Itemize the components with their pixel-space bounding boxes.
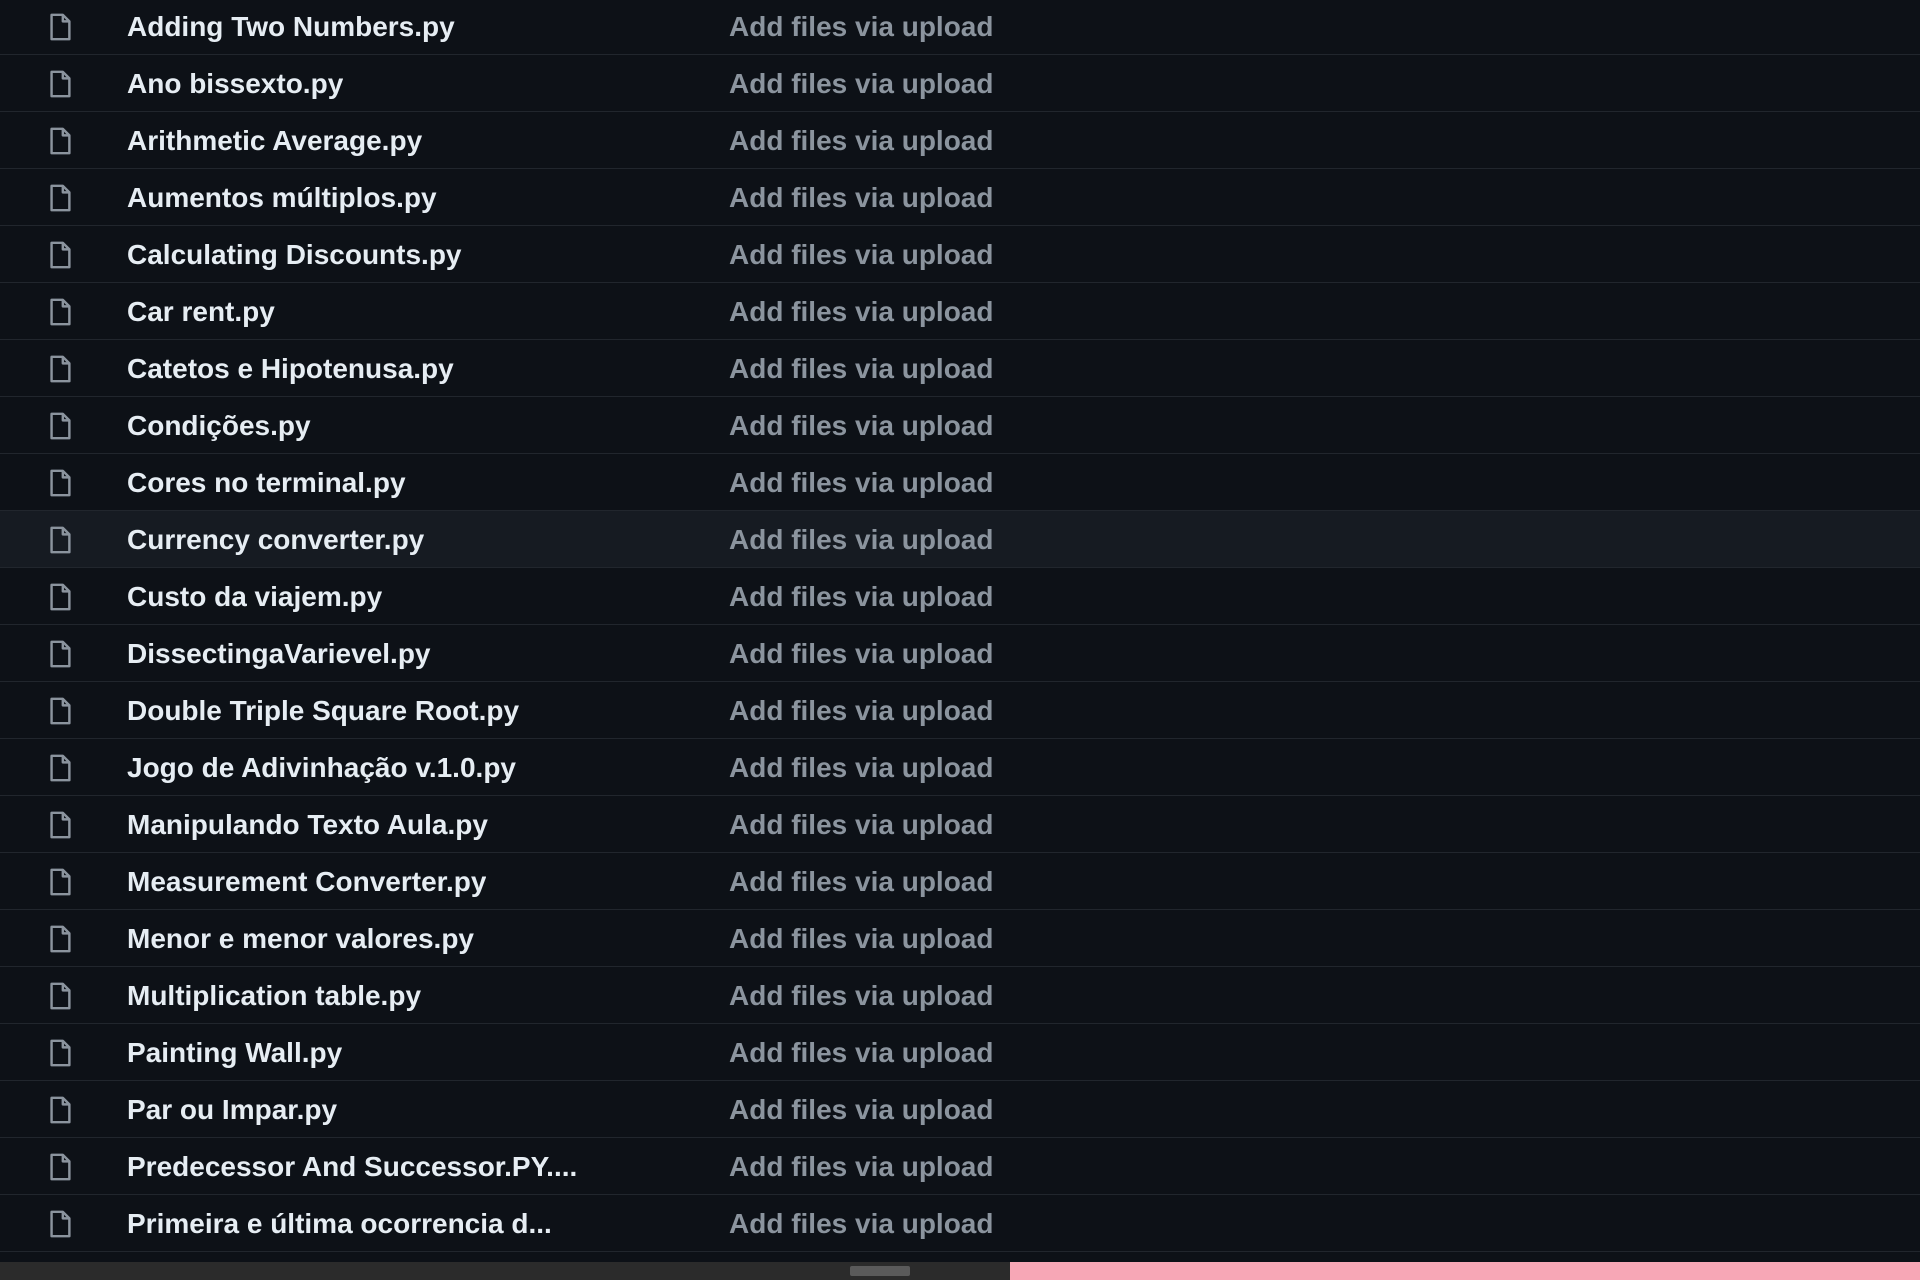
file-icon <box>45 183 75 213</box>
file-name-link[interactable]: DissectingaVarievel.py <box>127 638 431 670</box>
file-row[interactable]: Currency converter.py Add files via uploa… <box>0 511 1920 568</box>
commit-message-link[interactable]: Add files via upload <box>729 866 993 898</box>
commit-message-link[interactable]: Add files via upload <box>729 524 993 556</box>
file-row[interactable]: Jogo de Adivinhação v.1.0.py Add files vi… <box>0 739 1920 796</box>
file-row[interactable]: Arithmetic Average.py Add files via uploa… <box>0 112 1920 169</box>
file-icon <box>45 525 75 555</box>
file-name-link[interactable]: Measurement Converter.py <box>127 866 486 898</box>
file-icon <box>45 981 75 1011</box>
file-row[interactable]: Ano bissexto.py Add files via upload <box>0 55 1920 112</box>
file-row[interactable]: Manipulando Texto Aula.py Add files via u… <box>0 796 1920 853</box>
commit-message-link[interactable]: Add files via upload <box>729 980 993 1012</box>
repository-file-browser: Adding Two Numbers.py Add files via uploa… <box>0 0 1920 1280</box>
file-row[interactable]: DissectingaVarievel.py Add files via uplo… <box>0 625 1920 682</box>
file-name-link[interactable]: Double Triple Square Root.py <box>127 695 519 727</box>
file-row[interactable]: Catetos e Hipotenusa.py Add files via upl… <box>0 340 1920 397</box>
file-name-link[interactable]: Predecessor And Successor.PY.... <box>127 1151 577 1183</box>
file-row[interactable]: Painting Wall.py Add files via upload <box>0 1024 1920 1081</box>
file-name-link[interactable]: Arithmetic Average.py <box>127 125 422 157</box>
file-row[interactable]: Par ou Impar.py Add files via upload <box>0 1081 1920 1138</box>
commit-message-link[interactable]: Add files via upload <box>729 809 993 841</box>
file-row[interactable]: Cores no terminal.py Add files via upload <box>0 454 1920 511</box>
file-icon <box>45 1095 75 1125</box>
file-row[interactable]: Primeira e última ocorrencia d... Add fil… <box>0 1195 1920 1252</box>
file-name-link[interactable]: Jogo de Adivinhação v.1.0.py <box>127 752 516 784</box>
file-icon <box>45 411 75 441</box>
file-icon <box>45 753 75 783</box>
commit-message-link[interactable]: Add files via upload <box>729 1094 993 1126</box>
commit-message-link[interactable]: Add files via upload <box>729 125 993 157</box>
file-name-link[interactable]: Par ou Impar.py <box>127 1094 337 1126</box>
commit-message-link[interactable]: Add files via upload <box>729 1151 993 1183</box>
commit-message-link[interactable]: Add files via upload <box>729 1037 993 1069</box>
scrollbar-thumb[interactable] <box>850 1266 910 1276</box>
commit-message-link[interactable]: Add files via upload <box>729 923 993 955</box>
file-name-link[interactable]: Menor e menor valores.py <box>127 923 474 955</box>
file-row[interactable]: Double Triple Square Root.py Add files vi… <box>0 682 1920 739</box>
file-row[interactable]: Condições.py Add files via upload <box>0 397 1920 454</box>
commit-message-link[interactable]: Add files via upload <box>729 296 993 328</box>
file-icon <box>45 240 75 270</box>
commit-message-link[interactable]: Add files via upload <box>729 1208 993 1240</box>
file-icon <box>45 924 75 954</box>
file-icon <box>45 468 75 498</box>
commit-message-link[interactable]: Add files via upload <box>729 410 993 442</box>
file-row[interactable]: Calculating Discounts.py Add files via up… <box>0 226 1920 283</box>
file-icon <box>45 867 75 897</box>
file-icon <box>45 12 75 42</box>
file-name-link[interactable]: Painting Wall.py <box>127 1037 342 1069</box>
file-name-link[interactable]: Currency converter.py <box>127 524 424 556</box>
file-name-link[interactable]: Ano bissexto.py <box>127 68 343 100</box>
commit-message-link[interactable]: Add files via upload <box>729 638 993 670</box>
file-name-link[interactable]: Calculating Discounts.py <box>127 239 462 271</box>
file-icon <box>45 1152 75 1182</box>
file-icon <box>45 810 75 840</box>
commit-message-link[interactable]: Add files via upload <box>729 353 993 385</box>
commit-message-link[interactable]: Add files via upload <box>729 695 993 727</box>
commit-message-link[interactable]: Add files via upload <box>729 239 993 271</box>
file-row[interactable]: Multiplication table.py Add files via upl… <box>0 967 1920 1024</box>
file-name-link[interactable]: Multiplication table.py <box>127 980 421 1012</box>
file-icon <box>45 582 75 612</box>
file-name-link[interactable]: Cores no terminal.py <box>127 467 406 499</box>
commit-message-link[interactable]: Add files via upload <box>729 68 993 100</box>
commit-message-link[interactable]: Add files via upload <box>729 752 993 784</box>
commit-message-link[interactable]: Add files via upload <box>729 581 993 613</box>
file-list: Adding Two Numbers.py Add files via uploa… <box>0 0 1920 1252</box>
file-icon <box>45 1209 75 1239</box>
file-icon <box>45 69 75 99</box>
file-icon <box>45 126 75 156</box>
file-name-link[interactable]: Adding Two Numbers.py <box>127 11 455 43</box>
file-name-link[interactable]: Catetos e Hipotenusa.py <box>127 353 454 385</box>
taskbar-fragment <box>1010 1262 1920 1280</box>
file-row[interactable]: Adding Two Numbers.py Add files via uploa… <box>0 0 1920 55</box>
file-icon <box>45 696 75 726</box>
file-name-link[interactable]: Car rent.py <box>127 296 275 328</box>
file-row[interactable]: Measurement Converter.py Add files via up… <box>0 853 1920 910</box>
file-name-link[interactable]: Custo da viajem.py <box>127 581 382 613</box>
file-icon <box>45 354 75 384</box>
file-icon <box>45 1038 75 1068</box>
commit-message-link[interactable]: Add files via upload <box>729 467 993 499</box>
file-row[interactable]: Predecessor And Successor.PY.... Add file… <box>0 1138 1920 1195</box>
file-icon <box>45 639 75 669</box>
commit-message-link[interactable]: Add files via upload <box>729 182 993 214</box>
file-row[interactable]: Custo da viajem.py Add files via upload <box>0 568 1920 625</box>
file-row[interactable]: Menor e menor valores.py Add files via up… <box>0 910 1920 967</box>
file-row[interactable]: Aumentos múltiplos.py Add files via uploa… <box>0 169 1920 226</box>
file-name-link[interactable]: Manipulando Texto Aula.py <box>127 809 488 841</box>
file-name-link[interactable]: Condições.py <box>127 410 311 442</box>
file-name-link[interactable]: Aumentos múltiplos.py <box>127 182 437 214</box>
file-row[interactable]: Car rent.py Add files via upload <box>0 283 1920 340</box>
file-icon <box>45 297 75 327</box>
file-name-link[interactable]: Primeira e última ocorrencia d... <box>127 1208 552 1240</box>
commit-message-link[interactable]: Add files via upload <box>729 11 993 43</box>
